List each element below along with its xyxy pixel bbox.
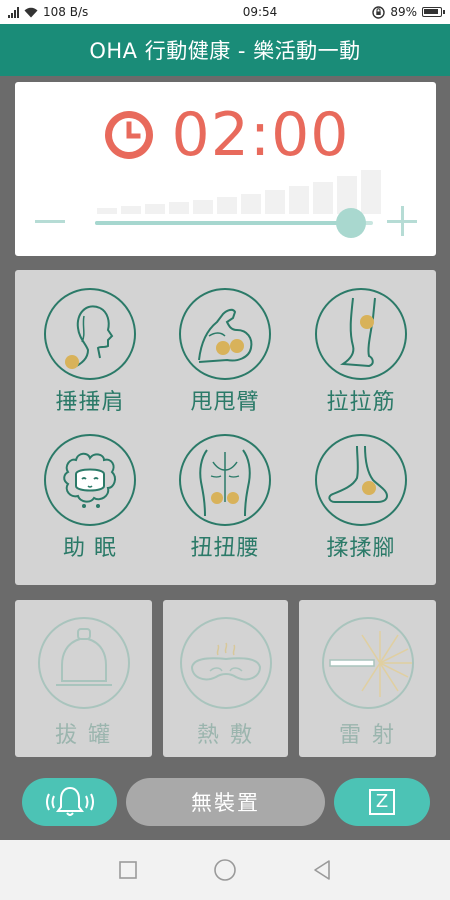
clock: 09:54 <box>242 5 278 19</box>
mode-sleep[interactable]: 助 眠 <box>30 432 150 572</box>
device-laser[interactable]: 雷 射 <box>299 600 436 757</box>
timer-value: 02:00 <box>171 100 350 170</box>
mode-label: 捶捶肩 <box>55 390 125 415</box>
sleep-z-icon: Z <box>369 789 395 815</box>
page-title: OHA 行動健康 - 樂活動一動 <box>89 39 361 63</box>
device-heat[interactable]: 熱 敷 <box>163 600 288 757</box>
laser-icon <box>321 617 414 709</box>
cupping-icon <box>37 617 130 709</box>
status-left: 108 B/s <box>8 5 168 19</box>
square-icon <box>119 861 138 879</box>
mode-shoulder[interactable]: 捶捶肩 <box>30 286 150 426</box>
device-label: 熱 敷 <box>197 723 254 748</box>
mode-waist[interactable]: 扭扭腰 <box>165 432 285 572</box>
device-label: 拔 罐 <box>55 723 112 748</box>
mode-stretch[interactable]: 拉拉筋 <box>301 286 421 426</box>
circle-icon <box>214 859 236 881</box>
massage-mode-panel: 捶捶肩 甩甩臂 拉拉筋 助 眠 扭扭腰 揉揉腳 <box>15 270 436 585</box>
recent-apps-button[interactable] <box>113 855 143 885</box>
sheep-icon <box>44 434 136 526</box>
timer-display: 02:00 <box>15 100 436 170</box>
shoulder-icon <box>44 288 136 380</box>
app-header: OHA 行動健康 - 樂活動一動 <box>0 24 450 76</box>
alarm-button[interactable] <box>22 778 117 826</box>
status-right: 89% <box>372 5 445 19</box>
foot-icon <box>315 434 407 526</box>
timer-decrease-button[interactable] <box>35 206 67 238</box>
timer-slider-thumb[interactable] <box>335 208 366 238</box>
clock-icon <box>104 111 153 159</box>
leg-icon <box>315 288 407 380</box>
timer-increase-button[interactable] <box>387 206 419 238</box>
mode-label: 扭扭腰 <box>190 536 260 561</box>
home-button[interactable] <box>210 855 240 885</box>
network-speed: 108 B/s <box>43 5 89 19</box>
mode-foot[interactable]: 揉揉腳 <box>301 432 421 572</box>
bell-icon <box>45 786 94 816</box>
signal-icon <box>8 6 19 18</box>
wifi-icon <box>24 7 38 17</box>
status-bar: 108 B/s 09:54 89% <box>0 0 450 24</box>
sleep-button[interactable]: Z <box>334 778 430 826</box>
back-button[interactable] <box>307 855 337 885</box>
timer-slider-fill <box>95 221 351 225</box>
system-nav-bar <box>0 840 450 900</box>
back-icon <box>179 434 271 526</box>
mode-label: 揉揉腳 <box>326 536 396 561</box>
mode-label: 助 眠 <box>63 536 117 561</box>
mode-label: 甩甩臂 <box>190 390 260 415</box>
eye-mask-icon <box>179 617 272 709</box>
device-cupping[interactable]: 拔 罐 <box>15 600 152 757</box>
device-status-label: 無裝置 <box>191 791 260 815</box>
mode-arm[interactable]: 甩甩臂 <box>165 286 285 426</box>
device-status-button[interactable]: 無裝置 <box>126 778 325 826</box>
timer-panel: 02:00 <box>15 82 436 256</box>
battery-icon <box>422 7 445 17</box>
device-label: 雷 射 <box>339 723 396 748</box>
triangle-back-icon <box>313 860 330 880</box>
mode-label: 拉拉筋 <box>326 390 396 415</box>
level-bars <box>97 170 381 214</box>
arm-icon <box>179 288 271 380</box>
lock-rotation-icon <box>372 5 386 19</box>
battery-percent: 89% <box>390 5 417 19</box>
timer-slider-track[interactable] <box>95 221 373 225</box>
